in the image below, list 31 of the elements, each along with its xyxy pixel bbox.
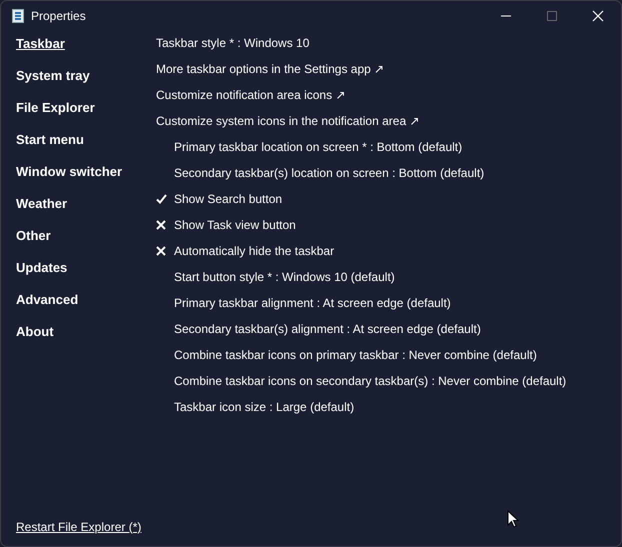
setting-item[interactable]: Combine taskbar icons on secondary taskbar(s) : Never combine (default) xyxy=(174,372,566,390)
setting-item[interactable]: Secondary taskbar(s) location on screen : Bottom (default) xyxy=(174,164,484,182)
sidebar-item[interactable]: File Explorer xyxy=(16,98,95,130)
window-title: Properties xyxy=(31,9,86,23)
sidebar-item[interactable]: Window switcher xyxy=(16,162,122,194)
sidebar-item[interactable]: System tray xyxy=(16,66,90,98)
toggle-option[interactable]: Show Task view button xyxy=(174,216,296,234)
sidebar-item[interactable]: Updates xyxy=(16,258,68,290)
setting-item[interactable]: Combine taskbar icons on primary taskbar : Never combine (default) xyxy=(174,346,537,364)
sidebar-item[interactable]: Taskbar xyxy=(16,34,65,66)
setting-item[interactable]: Secondary taskbar(s) alignment : At screen edge (default) xyxy=(174,320,481,338)
maximize-icon xyxy=(546,10,558,22)
sidebar-item[interactable]: Start menu xyxy=(16,130,84,162)
setting-link[interactable]: More taskbar options in the Settings app ↗ xyxy=(156,60,384,78)
setting-item[interactable]: Primary taskbar location on screen * : Bottom (default) xyxy=(174,138,462,156)
setting-item[interactable]: Start button style * : Windows 10 (default) xyxy=(174,268,395,286)
toggle-option[interactable]: Automatically hide the taskbar xyxy=(174,242,334,260)
setting-item[interactable]: Taskbar icon size : Large (default) xyxy=(174,398,354,416)
cursor-icon xyxy=(507,510,519,528)
setting-item[interactable]: Taskbar style * : Windows 10 xyxy=(156,34,310,52)
setting-item[interactable]: Primary taskbar alignment : At screen edge (default) xyxy=(174,294,451,312)
sidebar-item[interactable]: Other xyxy=(16,226,51,258)
sidebar-item[interactable]: Weather xyxy=(16,194,68,226)
close-icon xyxy=(592,10,604,22)
app-icon xyxy=(12,9,24,23)
toggle-option[interactable]: Show Search button xyxy=(174,190,282,208)
restart-link[interactable]: Restart File Explorer (*) xyxy=(16,520,142,534)
setting-link[interactable]: Customize system icons in the notification area ↗ xyxy=(156,112,420,130)
sidebar-item[interactable]: About xyxy=(16,322,54,354)
sidebar-item[interactable]: Advanced xyxy=(16,290,78,322)
setting-link[interactable]: Customize notification area icons ↗ xyxy=(156,86,346,104)
